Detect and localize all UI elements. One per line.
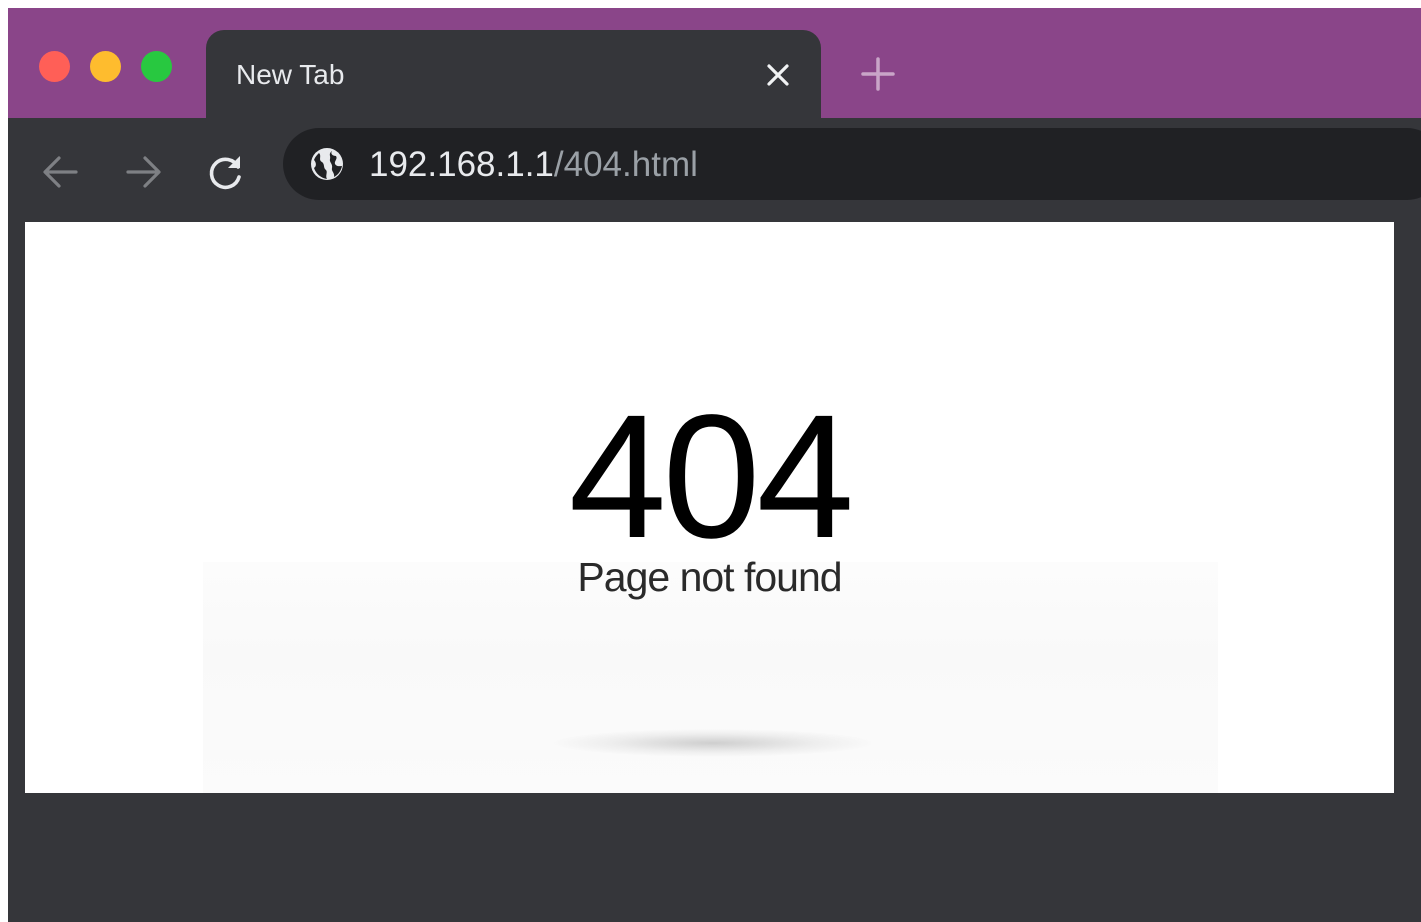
tab-strip: New Tab xyxy=(8,8,1421,122)
arrow-left-icon[interactable] xyxy=(40,152,80,192)
browser-toolbar: 192.168.1.1/404.html xyxy=(8,118,1421,210)
url-text[interactable]: 192.168.1.1/404.html xyxy=(369,145,698,185)
window-zoom-button[interactable] xyxy=(141,51,172,82)
error-message: Page not found xyxy=(577,554,842,600)
plus-icon[interactable] xyxy=(858,54,898,94)
screenshot-frame: New Tab 192.168.1.1/404.html 404 Page no… xyxy=(0,0,1421,922)
url-host: 192.168.1.1 xyxy=(369,145,554,184)
url-path: /404.html xyxy=(553,145,698,184)
close-icon[interactable] xyxy=(763,60,793,90)
window-minimize-button[interactable] xyxy=(90,51,121,82)
browser-window: New Tab 192.168.1.1/404.html 404 Page no… xyxy=(8,8,1421,922)
tab-title: New Tab xyxy=(236,59,345,90)
window-close-button[interactable] xyxy=(39,51,70,82)
tab-new-tab[interactable]: New Tab xyxy=(206,30,821,122)
globe-icon[interactable] xyxy=(310,147,344,181)
arrow-right-icon[interactable] xyxy=(124,152,164,192)
page-viewport: 404 Page not found xyxy=(25,222,1394,793)
error-code-heading: 404 xyxy=(568,379,855,575)
drop-shadow-ellipse xyxy=(553,729,873,757)
reload-icon[interactable] xyxy=(206,152,246,192)
address-bar[interactable]: 192.168.1.1/404.html xyxy=(283,128,1421,200)
